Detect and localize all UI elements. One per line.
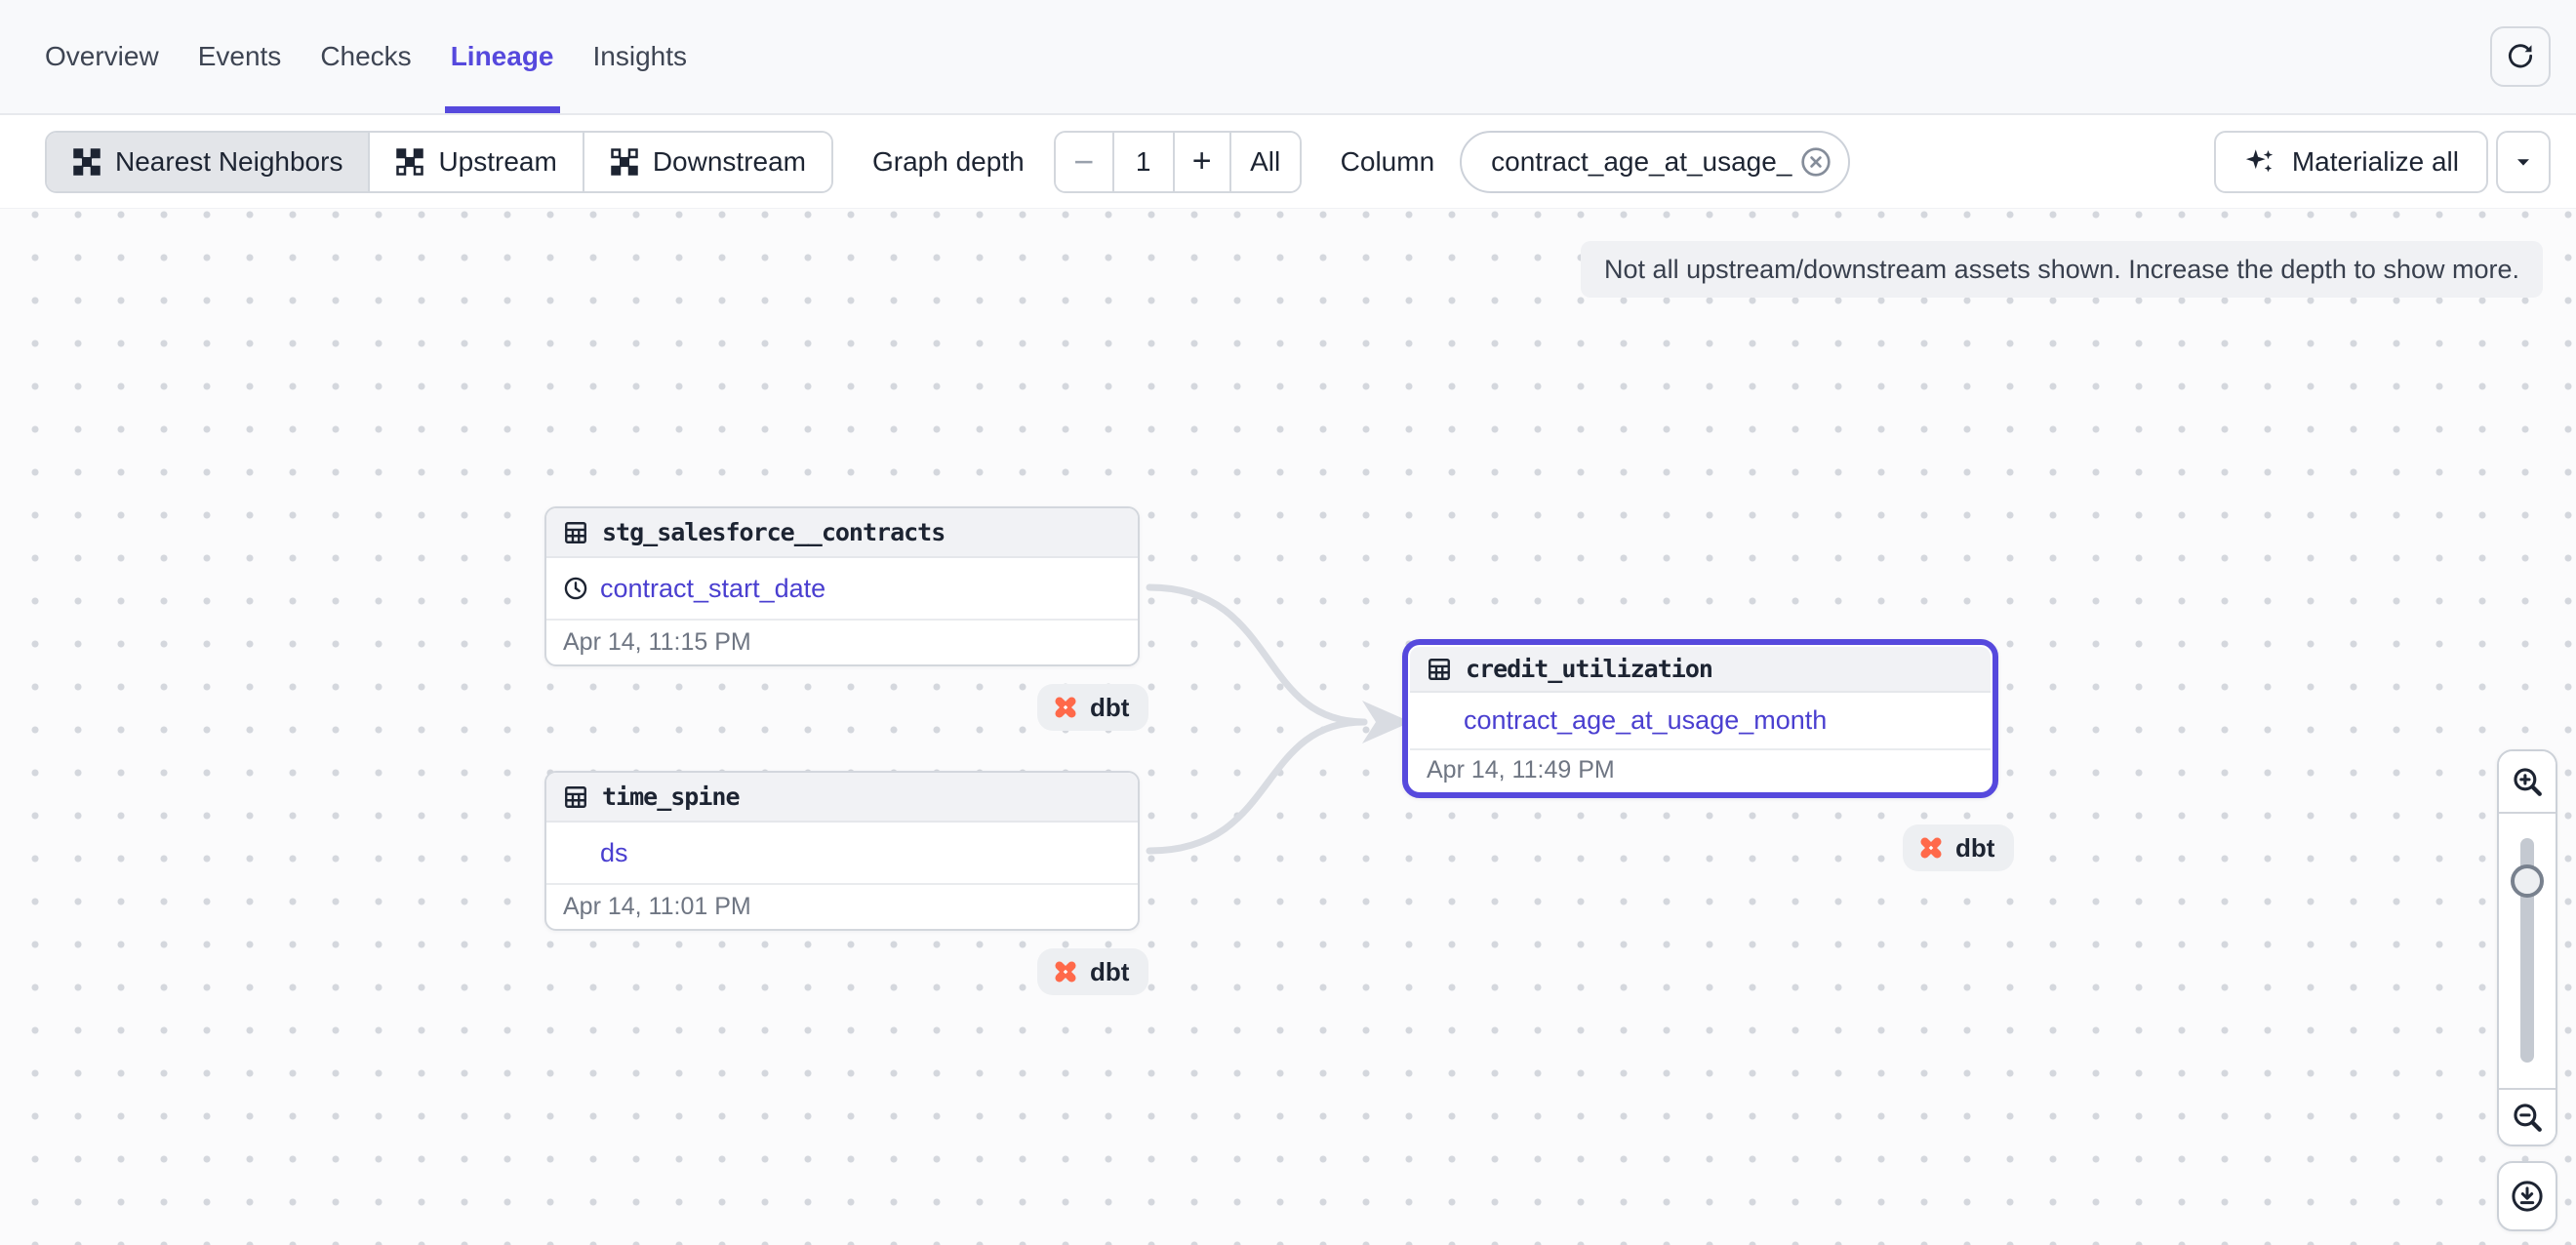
- download-icon: [2510, 1179, 2545, 1214]
- node-footer: Apr 14, 11:01 PM: [546, 885, 1138, 929]
- tab-insights[interactable]: Insights: [593, 0, 688, 113]
- column-link[interactable]: contract_age_at_usage_month: [1464, 705, 1827, 736]
- zoom-out-button[interactable]: [2499, 1088, 2556, 1145]
- column-label: Column: [1341, 146, 1434, 178]
- asset-node-credit-utilization[interactable]: credit_utilization contract_age_at_usage…: [1402, 639, 1998, 798]
- zoom-control-panel: [2497, 749, 2557, 1146]
- lineage-edges: [0, 209, 2576, 1245]
- edge-timespine-to-credit: [1149, 722, 1364, 851]
- column-filter-value: contract_age_at_usage_: [1491, 146, 1791, 178]
- tab-lineage-label: Lineage: [451, 41, 554, 72]
- asset-node-time-spine[interactable]: time_spine ds Apr 14, 11:01 PM: [544, 771, 1140, 931]
- node-title: time_spine: [602, 783, 740, 811]
- dbt-badge-stg-salesforce-contracts: dbt: [1037, 684, 1148, 731]
- graph-depth-label: Graph depth: [872, 146, 1025, 178]
- dbt-badge-time-spine: dbt: [1037, 948, 1148, 995]
- tab-events[interactable]: Events: [198, 0, 282, 113]
- view-mode-nearest-neighbors[interactable]: Nearest Neighbors: [47, 133, 370, 191]
- nearest-neighbors-icon: [72, 147, 101, 177]
- zoom-slider[interactable]: [2499, 814, 2556, 1088]
- column-link[interactable]: ds: [600, 838, 628, 868]
- node-footer: Apr 14, 11:49 PM: [1410, 750, 1991, 790]
- column-link[interactable]: contract_start_date: [600, 574, 825, 604]
- graph-depth-stepper: − 1 + All: [1054, 131, 1302, 193]
- clock-icon: [563, 576, 588, 601]
- view-mode-upstream-label: Upstream: [438, 146, 556, 178]
- view-mode-nearest-neighbors-label: Nearest Neighbors: [115, 146, 342, 178]
- dbt-badge-label: dbt: [1090, 693, 1129, 723]
- node-header: stg_salesforce__contracts: [546, 508, 1138, 558]
- tab-events-label: Events: [198, 41, 282, 72]
- materialize-all-label: Materialize all: [2292, 146, 2459, 178]
- asset-node-stg-salesforce-contracts[interactable]: stg_salesforce__contracts contract_start…: [544, 506, 1140, 666]
- depth-decrement-button[interactable]: −: [1056, 133, 1114, 191]
- table-icon: [563, 784, 588, 810]
- view-mode-downstream[interactable]: Downstream: [584, 133, 831, 191]
- refresh-button[interactable]: [2490, 26, 2551, 87]
- view-mode-upstream[interactable]: Upstream: [370, 133, 584, 191]
- node-header: time_spine: [546, 773, 1138, 823]
- tab-overview[interactable]: Overview: [45, 0, 159, 113]
- tab-checks[interactable]: Checks: [320, 0, 411, 113]
- node-column-row[interactable]: ds: [546, 823, 1138, 885]
- node-title: credit_utilization: [1466, 655, 1712, 683]
- refresh-icon: [2505, 41, 2536, 72]
- dbt-logo-icon: [1916, 833, 1946, 863]
- node-timestamp: Apr 14, 11:15 PM: [563, 628, 751, 657]
- zoom-out-icon: [2511, 1101, 2544, 1134]
- dbt-logo-icon: [1051, 957, 1080, 986]
- edge-stg-to-credit: [1149, 587, 1364, 722]
- tab-checks-label: Checks: [320, 41, 411, 72]
- depth-value[interactable]: 1: [1114, 133, 1175, 191]
- page-header: Overview Events Checks Lineage Insights: [0, 0, 2576, 115]
- dbt-badge-credit-utilization: dbt: [1903, 824, 2014, 871]
- node-timestamp: Apr 14, 11:49 PM: [1427, 756, 1615, 784]
- zoom-slider-thumb[interactable]: [2511, 864, 2544, 898]
- zoom-in-button[interactable]: [2499, 751, 2556, 814]
- node-header: credit_utilization: [1410, 647, 1991, 693]
- downstream-icon: [610, 147, 639, 177]
- caret-down-icon: [2513, 151, 2534, 173]
- materialize-split-button: Materialize all: [2214, 131, 2551, 193]
- lineage-graph-canvas[interactable]: Not all upstream/downstream assets shown…: [0, 209, 2576, 1245]
- materialize-options-button[interactable]: [2496, 131, 2551, 193]
- materialize-all-button[interactable]: Materialize all: [2214, 131, 2488, 193]
- view-mode-downstream-label: Downstream: [653, 146, 806, 178]
- zoom-in-icon: [2511, 765, 2544, 798]
- clear-column-icon[interactable]: [1799, 145, 1832, 179]
- tab-overview-label: Overview: [45, 41, 159, 72]
- view-mode-group: Nearest Neighbors Upstream Downstream: [45, 131, 833, 193]
- table-icon: [1427, 657, 1452, 682]
- tab-insights-label: Insights: [593, 41, 688, 72]
- column-filter[interactable]: contract_age_at_usage_: [1460, 131, 1850, 193]
- upstream-icon: [395, 147, 424, 177]
- node-footer: Apr 14, 11:15 PM: [546, 621, 1138, 664]
- dbt-badge-label: dbt: [1090, 957, 1129, 987]
- download-view-button[interactable]: [2497, 1161, 2557, 1231]
- table-icon: [563, 520, 588, 545]
- depth-all-button[interactable]: All: [1231, 133, 1300, 191]
- depth-notice: Not all upstream/downstream assets shown…: [1581, 241, 2543, 298]
- node-column-row[interactable]: contract_age_at_usage_month: [1410, 693, 1991, 750]
- node-timestamp: Apr 14, 11:01 PM: [563, 893, 751, 921]
- tab-bar: Overview Events Checks Lineage Insights: [45, 0, 687, 113]
- depth-increment-button[interactable]: +: [1175, 133, 1231, 191]
- tab-lineage[interactable]: Lineage: [451, 0, 554, 113]
- node-card[interactable]: credit_utilization contract_age_at_usage…: [1410, 647, 1991, 790]
- sparkles-icon: [2243, 145, 2276, 179]
- dbt-badge-label: dbt: [1955, 833, 1994, 863]
- asset-lineage-page: Overview Events Checks Lineage Insights …: [0, 0, 2576, 1245]
- dbt-logo-icon: [1051, 693, 1080, 722]
- node-title: stg_salesforce__contracts: [602, 518, 945, 546]
- lineage-toolbar: Nearest Neighbors Upstream Downstream: [0, 115, 2576, 209]
- node-column-row[interactable]: contract_start_date: [546, 558, 1138, 621]
